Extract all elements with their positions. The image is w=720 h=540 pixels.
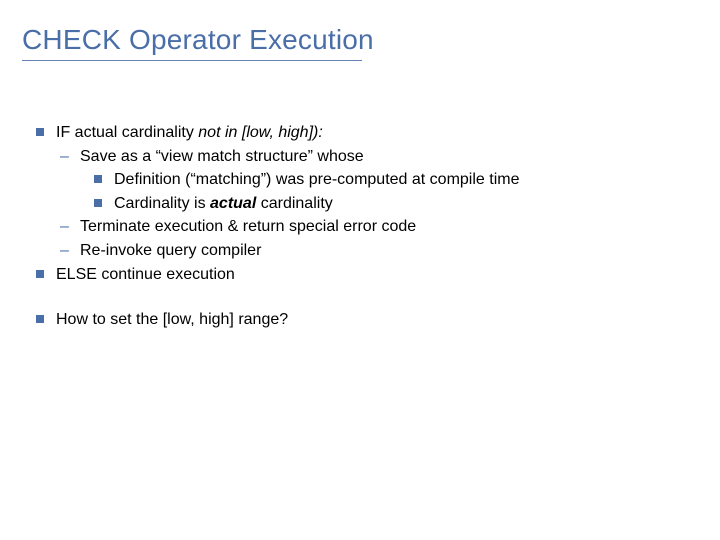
bullet-if-italic: not in [low, high]): — [198, 124, 323, 141]
slide-body: IF actual cardinality not in [low, high]… — [36, 122, 676, 333]
slide-title: CHECK Operator Execution — [22, 24, 374, 56]
title-underline — [22, 60, 362, 61]
bullet-cardinality: Cardinality is actual cardinality — [94, 193, 676, 215]
bullet-if-prefix: IF actual cardinality — [56, 124, 198, 141]
bullet-if: IF actual cardinality not in [low, high]… — [36, 122, 676, 144]
bullet-howto: How to set the [low, high] range? — [36, 309, 676, 331]
bullet-definition: Definition (“matching”) was pre-computed… — [94, 169, 676, 191]
slide: CHECK Operator Execution IF actual cardi… — [0, 0, 720, 540]
spacer — [36, 287, 676, 309]
bullet-cardinality-suffix: cardinality — [256, 195, 332, 212]
bullet-terminate: Terminate execution & return special err… — [60, 216, 676, 238]
bullet-else: ELSE continue execution — [36, 264, 676, 286]
bullet-save-as: Save as a “view match structure” whose — [60, 146, 676, 168]
bullet-cardinality-prefix: Cardinality is — [114, 195, 210, 212]
bullet-reinvoke: Re-invoke query compiler — [60, 240, 676, 262]
bullet-cardinality-bold: actual — [210, 195, 256, 212]
